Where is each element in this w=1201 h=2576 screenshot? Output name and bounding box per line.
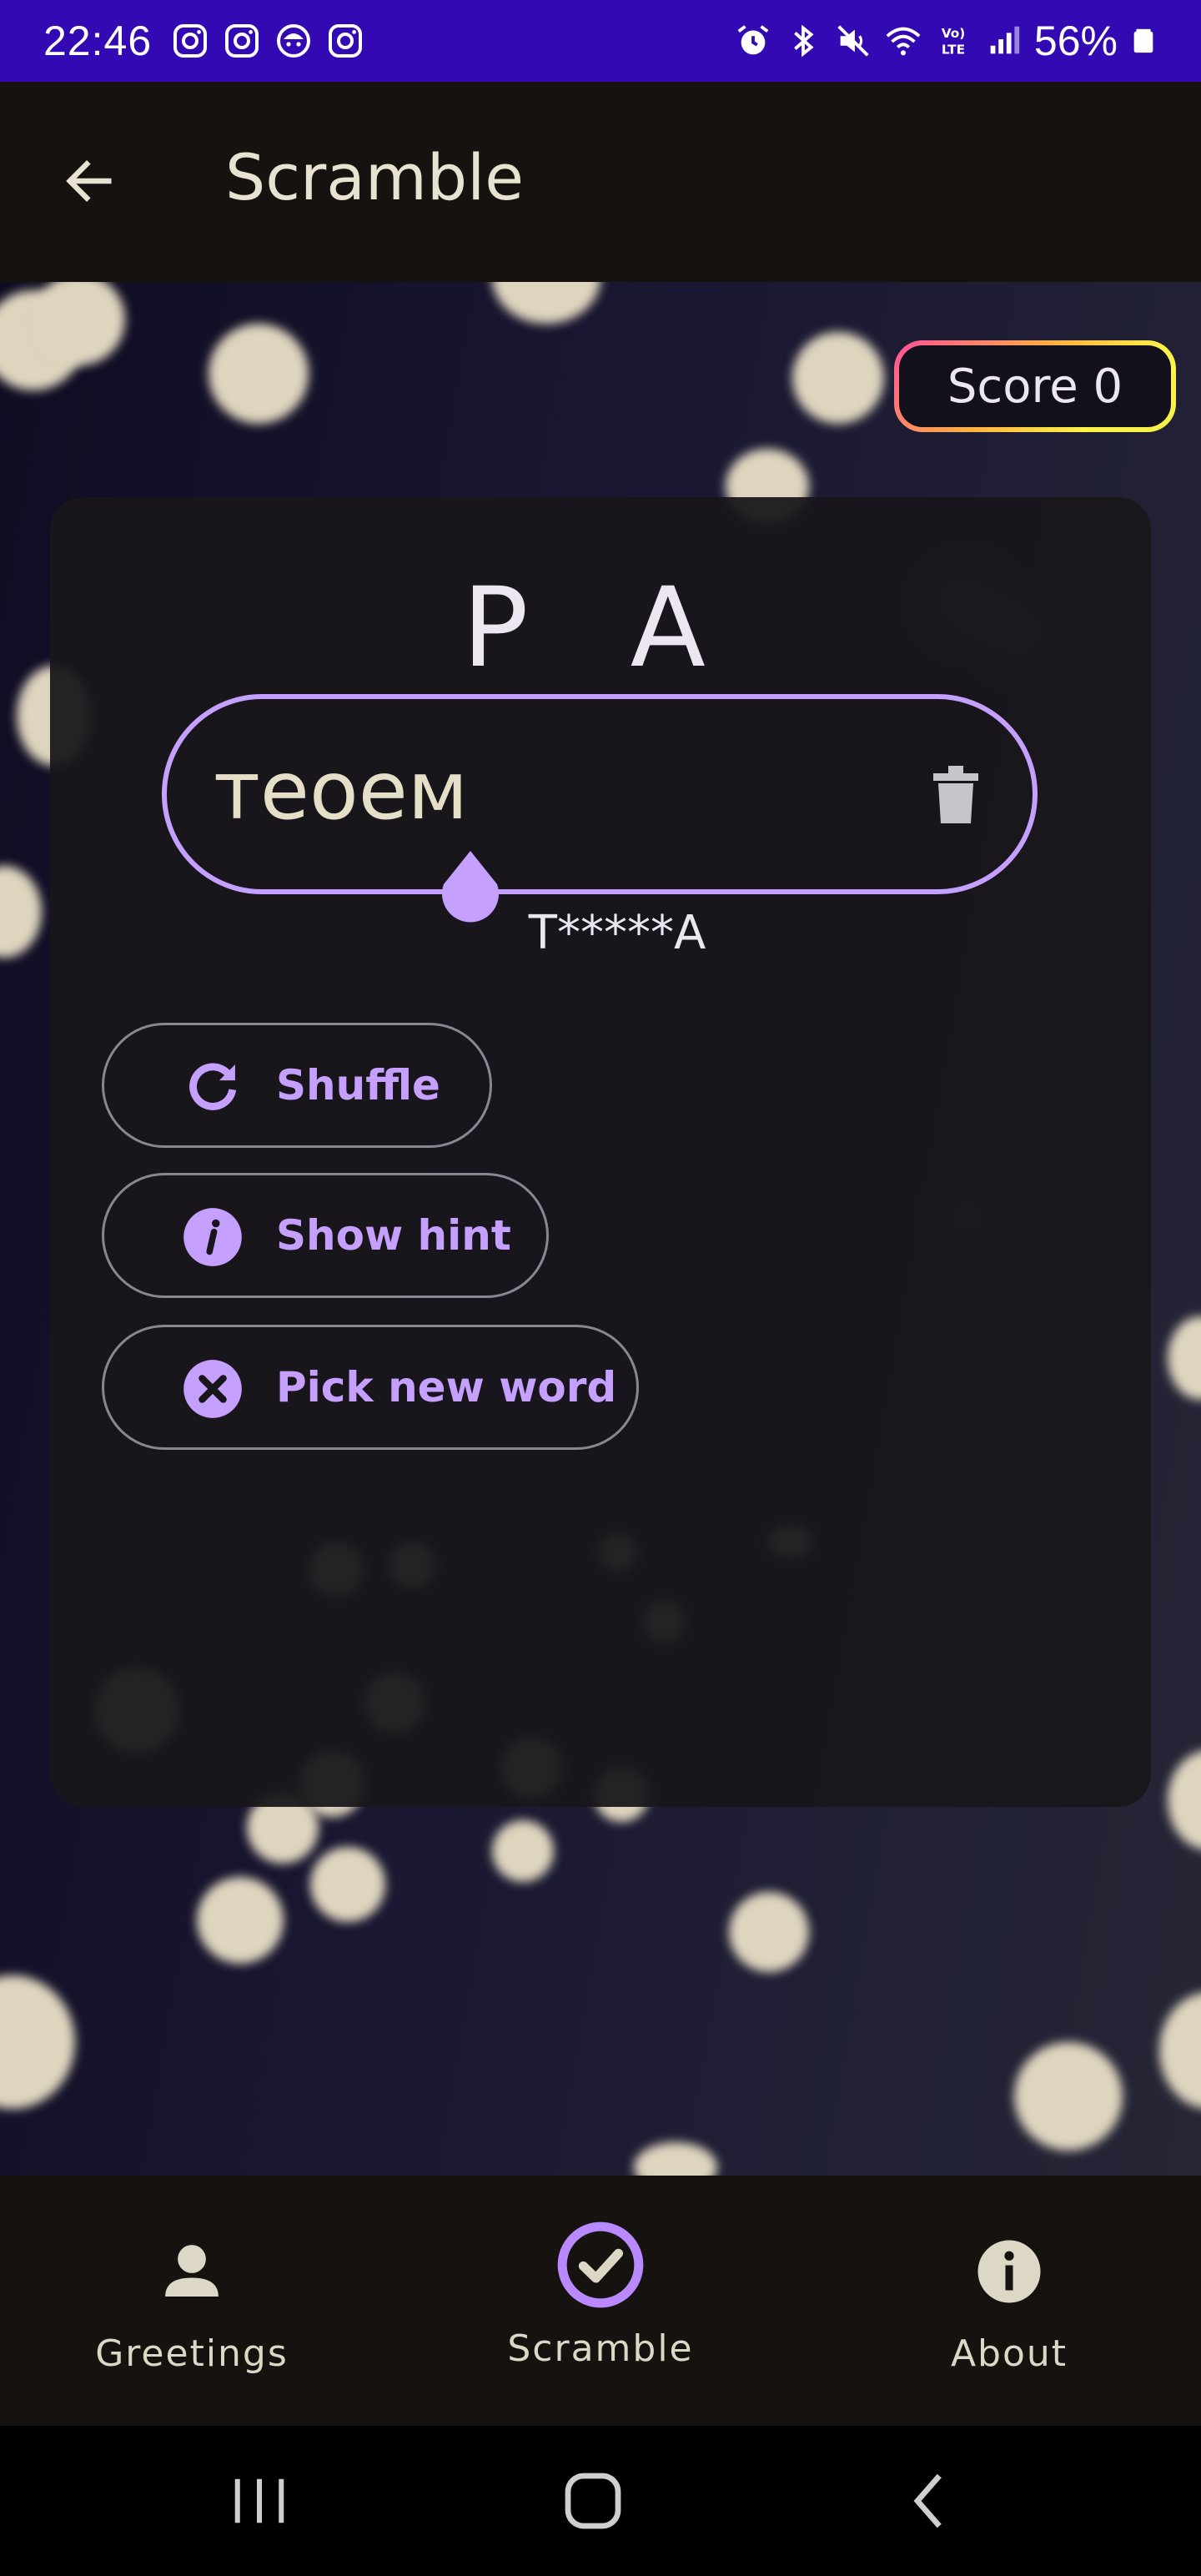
status-time: 22:46 xyxy=(43,18,153,64)
top-app-bar: Scramble xyxy=(0,82,1201,282)
shuffle-button[interactable]: Shuffle xyxy=(102,1023,492,1148)
nav-item-scramble[interactable]: Scramble xyxy=(409,2176,792,2426)
info-icon xyxy=(977,2240,1041,2303)
instagram-icon xyxy=(173,24,208,58)
signal-icon xyxy=(990,26,1020,54)
cancel-icon xyxy=(183,1360,242,1418)
back-nav-icon[interactable] xyxy=(892,2463,967,2538)
system-status-icons: Vo) LTE 56% xyxy=(734,17,1158,65)
battery-icon xyxy=(1133,28,1153,53)
check-circle-icon xyxy=(557,2221,644,2308)
nav-item-about-label: About xyxy=(950,2332,1068,2375)
nav-item-about[interactable]: About xyxy=(817,2176,1201,2426)
info-icon xyxy=(183,1208,242,1266)
clear-button[interactable] xyxy=(914,754,997,838)
bottom-navigation: Greetings Scramble About xyxy=(0,2176,1201,2426)
recents-icon[interactable] xyxy=(222,2463,297,2538)
battery-percent: 56% xyxy=(1033,18,1118,64)
alarm-icon xyxy=(737,25,769,55)
guess-input-value: теоем xyxy=(214,744,469,838)
app-icon xyxy=(277,24,311,58)
svg-text:LTE: LTE xyxy=(942,42,965,57)
arrow-back-icon xyxy=(66,160,112,202)
status-bar: 22:46 Vo) LTE 56% xyxy=(0,0,1201,82)
guess-input[interactable]: теоем xyxy=(162,694,1038,923)
trash-icon xyxy=(933,766,978,823)
show-hint-button-label: Show hint xyxy=(276,1211,511,1260)
wifi-icon xyxy=(886,27,921,56)
show-hint-button[interactable]: Show hint xyxy=(102,1173,549,1298)
pick-new-word-button[interactable]: Pick new word xyxy=(102,1325,639,1450)
back-button[interactable] xyxy=(43,135,135,227)
game-card: Р А теоем Т*****А Shuffle Show hint Pick… xyxy=(50,497,1151,1807)
score-badge: Score 0 xyxy=(894,340,1176,432)
bluetooth-icon xyxy=(794,24,814,58)
pick-new-word-button-label: Pick new word xyxy=(276,1363,617,1411)
volte-icon: Vo)LTE xyxy=(942,26,966,57)
system-navigation-bar xyxy=(0,2426,1201,2576)
scramble-screen: Score 0 Р А теоем Т*****А Shuffle Show h… xyxy=(0,282,1201,2176)
home-icon[interactable] xyxy=(555,2463,631,2538)
shuffle-button-label: Shuffle xyxy=(276,1061,440,1109)
instagram-icon xyxy=(225,24,259,58)
nav-item-scramble-label: Scramble xyxy=(507,2327,694,2370)
scrambled-word: Р А xyxy=(462,564,739,692)
notification-icons xyxy=(170,21,365,61)
nav-item-greetings[interactable]: Greetings xyxy=(0,2176,384,2426)
refresh-icon xyxy=(189,1063,237,1110)
svg-text:Vo): Vo) xyxy=(942,26,966,41)
instagram-icon xyxy=(329,24,363,58)
score-label: Score 0 xyxy=(899,345,1171,427)
mute-icon xyxy=(837,25,869,57)
page-title: Scramble xyxy=(225,140,524,214)
person-icon xyxy=(165,2245,219,2297)
nav-item-greetings-label: Greetings xyxy=(95,2332,289,2375)
hint-text: Т*****А xyxy=(528,906,706,960)
